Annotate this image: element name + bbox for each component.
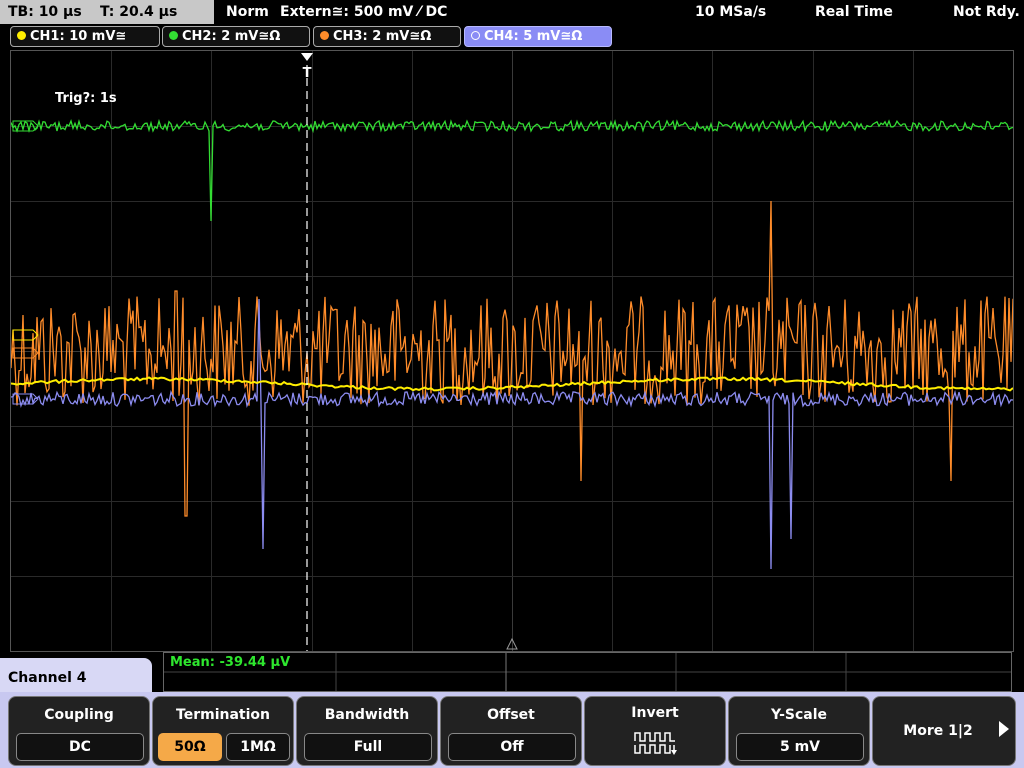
sample-rate: 10 MSa/s (695, 4, 767, 20)
invert-waveform-icon (634, 732, 677, 755)
arrow-right-icon (999, 721, 1009, 737)
tab-ch1[interactable]: CH1: 10 mV≅ (10, 26, 160, 47)
timebase-value: TB: 10 µs (8, 4, 82, 20)
acquisition-status: Not Rdy. (953, 4, 1020, 20)
yscale-value[interactable]: 5 mV (736, 733, 864, 761)
trigger-time-value: T: 20.4 µs (100, 4, 178, 20)
ch2-label: CH2: 2 mV≅Ω (182, 29, 281, 44)
coupling-softkey[interactable]: Coupling DC (8, 696, 150, 766)
offset-softkey[interactable]: Offset Off (440, 696, 582, 766)
more-label: More 1|2 (903, 723, 973, 739)
yscale-softkey[interactable]: Y-Scale 5 mV (728, 696, 870, 766)
trigger-source[interactable]: Extern≅: 500 mV ⁄ DC (280, 0, 447, 24)
ch3-dot-icon (320, 31, 329, 40)
invert-title: Invert (631, 705, 679, 721)
termination-title: Termination (176, 707, 270, 723)
tab-ch2[interactable]: CH2: 2 mV≅Ω (162, 26, 310, 47)
ch4-label: CH4: 5 mV≅Ω (484, 29, 583, 44)
offset-title: Offset (487, 707, 535, 723)
ch2-dot-icon (169, 31, 178, 40)
termination-50ohm[interactable]: 50Ω (158, 733, 222, 761)
invert-softkey[interactable]: Invert (584, 696, 726, 766)
mean-measurement: Mean: -39.44 µV (170, 655, 291, 670)
more-softkey[interactable]: More 1|2 (872, 696, 1016, 766)
timebase-box[interactable]: TB: 10 µs T: 20.4 µs (0, 0, 214, 24)
yscale-title: Y-Scale (770, 707, 827, 723)
waveform-display[interactable]: T Trig?: 1s (10, 50, 1014, 652)
softkey-bar: Coupling DC Termination 50Ω 1MΩ Bandwidt… (0, 692, 1024, 768)
trigger-status: Trig?: 1s (55, 91, 117, 106)
status-bar: TB: 10 µs T: 20.4 µs Norm Extern≅: 500 m… (0, 0, 1024, 24)
ch1-label: CH1: 10 mV≅ (30, 29, 127, 44)
measurement-grid (164, 653, 1011, 691)
tab-ch4[interactable]: CH4: 5 mV≅Ω (464, 26, 612, 47)
coupling-value[interactable]: DC (16, 733, 144, 761)
trigger-arrow-icon[interactable] (301, 53, 313, 61)
trigger-marker-label: T (303, 66, 312, 81)
offset-value[interactable]: Off (448, 733, 576, 761)
ch4-dot-icon (471, 31, 480, 40)
channel-level-marker-2[interactable] (12, 329, 39, 341)
ch3-label: CH3: 2 mV≅Ω (333, 29, 432, 44)
measurement-panel: Mean: -39.44 µV (163, 652, 1012, 692)
termination-1mohm[interactable]: 1MΩ (226, 733, 290, 761)
channel-tabs: CH1: 10 mV≅ CH2: 2 mV≅Ω CH3: 2 mV≅Ω CH4:… (0, 26, 1024, 48)
termination-softkey[interactable]: Termination 50Ω 1MΩ (152, 696, 294, 766)
bandwidth-title: Bandwidth (324, 707, 410, 723)
coupling-title: Coupling (44, 707, 114, 723)
tab-ch3[interactable]: CH3: 2 mV≅Ω (313, 26, 461, 47)
bandwidth-softkey[interactable]: Bandwidth Full (296, 696, 438, 766)
bandwidth-value[interactable]: Full (304, 733, 432, 761)
ch1-dot-icon (17, 31, 26, 40)
acquisition-mode: Real Time (815, 4, 893, 20)
waveform-plot: T (11, 51, 1013, 651)
trigger-mode[interactable]: Norm (226, 0, 269, 24)
